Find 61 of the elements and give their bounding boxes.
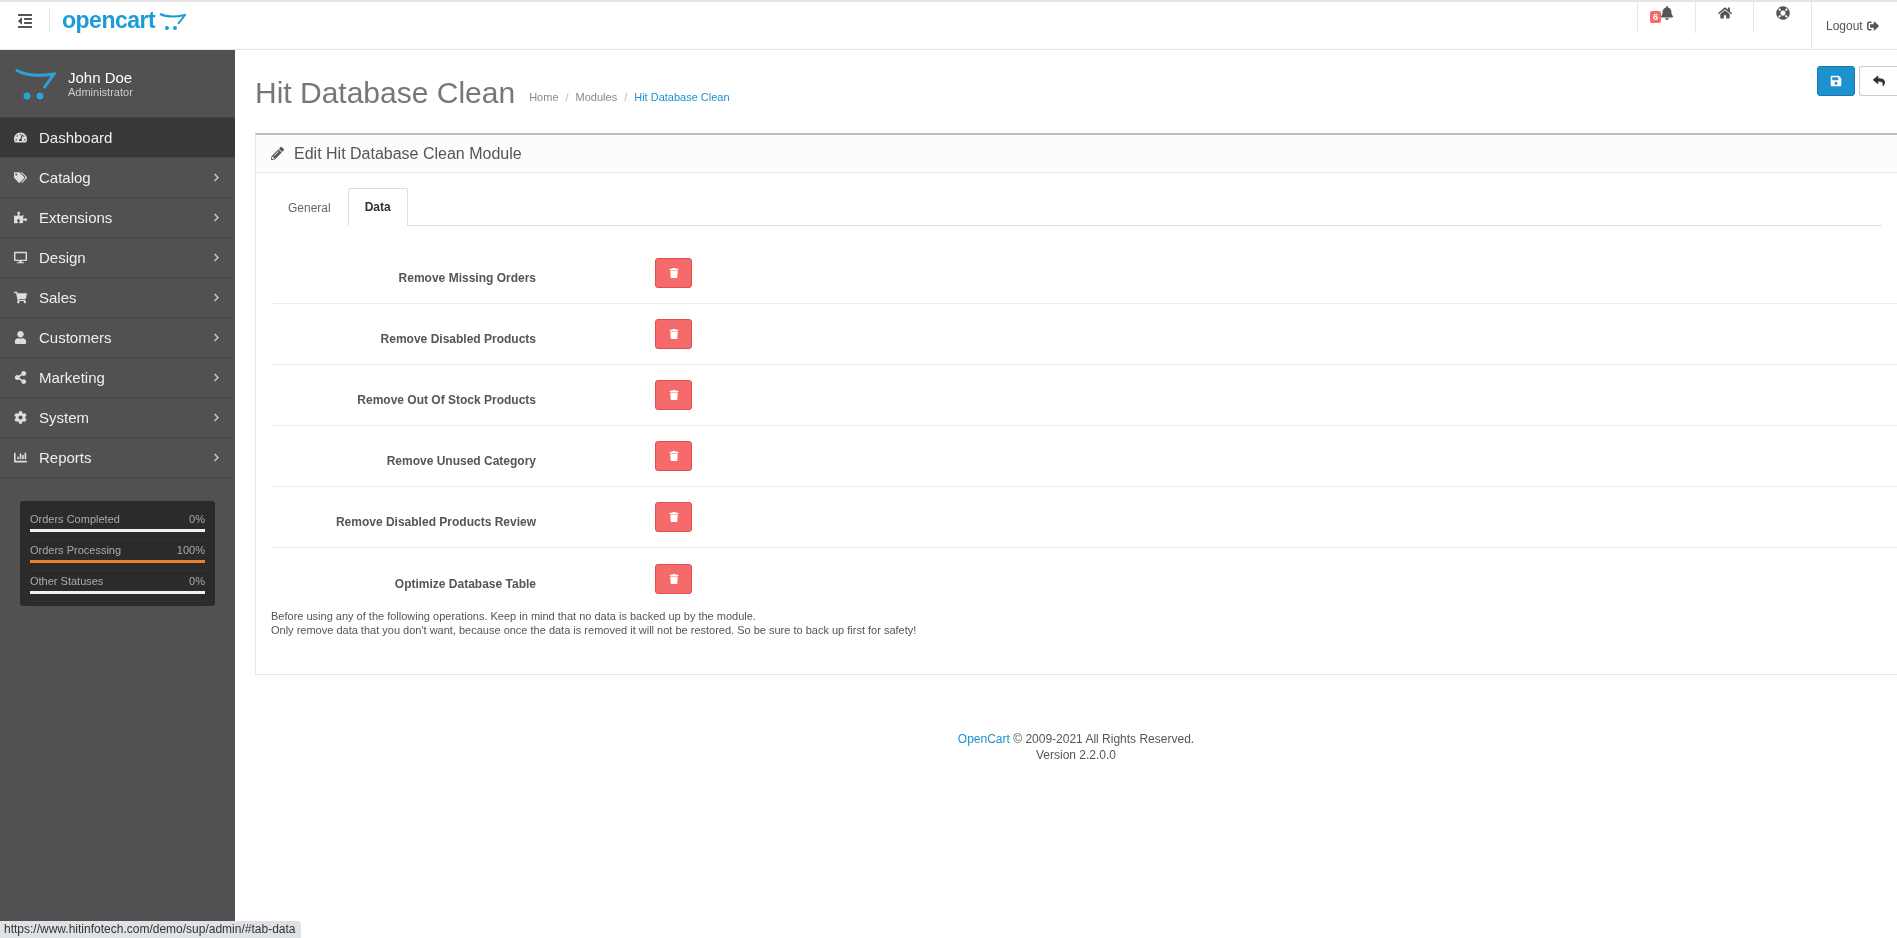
stat-percent: 0% <box>189 575 205 587</box>
puzzle-piece-icon <box>14 211 27 224</box>
logout-icon <box>1866 19 1879 32</box>
stat-percent: 0% <box>189 513 205 525</box>
action-label: Remove Unused Category <box>385 453 536 468</box>
share-icon <box>14 371 27 384</box>
delete-button[interactable] <box>655 441 692 471</box>
delete-button[interactable] <box>655 258 692 288</box>
cart-logo-icon <box>14 67 56 100</box>
breadcrumb-link[interactable]: Home <box>529 90 559 103</box>
pencil-icon <box>271 147 284 160</box>
delete-button[interactable] <box>655 502 692 532</box>
breadcrumb-link[interactable]: Hit Database Clean <box>634 90 730 103</box>
bar-chart-icon <box>14 451 27 464</box>
delete-button[interactable] <box>655 563 692 594</box>
delete-button[interactable] <box>655 319 692 349</box>
action-label: Remove Missing Orders <box>397 270 536 285</box>
stat-label: Other Statuses <box>30 575 104 587</box>
gear-icon <box>14 411 27 424</box>
notification-count: 6 <box>1650 11 1661 23</box>
trash-icon <box>668 390 679 400</box>
trash-icon <box>668 573 679 584</box>
dashboard-gauge-icon <box>14 131 27 144</box>
stat-label: Orders Processing <box>30 544 122 556</box>
breadcrumb-separator: / <box>565 90 569 103</box>
logo-text: opencart <box>62 7 156 34</box>
tab[interactable]: Data <box>347 188 408 226</box>
footer-link[interactable]: OpenCart <box>957 732 1010 746</box>
breadcrumb-link[interactable]: Modules <box>575 90 618 103</box>
version-text: Version 2.2.0.0 <box>1034 747 1118 763</box>
cart-icon <box>14 291 27 304</box>
sidebar-item[interactable]: Dashboard <box>0 118 235 158</box>
user-name: John Doe <box>68 69 133 86</box>
stat-label: Orders Completed <box>30 513 120 525</box>
logout-link[interactable]: Logout <box>1811 2 1897 49</box>
reply-arrow-icon <box>1872 75 1885 87</box>
copyright-text: © 2009-2021 All Rights Reserved. <box>1013 732 1195 746</box>
tags-icon <box>14 171 27 184</box>
trash-icon <box>668 268 679 278</box>
breadcrumb-separator: / <box>624 90 628 103</box>
action-label: Remove Disabled Products Review <box>334 514 536 529</box>
warning-note: Only remove data that you don't want, because once the data is removed it will not be restored. So be sure to back up first for safety! <box>271 623 918 637</box>
trash-icon <box>668 512 679 522</box>
save-button[interactable] <box>1817 66 1855 96</box>
delete-button[interactable] <box>655 380 692 410</box>
cart-logo-icon <box>158 11 187 30</box>
monitor-icon <box>14 251 27 264</box>
trash-icon <box>668 451 679 461</box>
page-title: Hit Database Clean <box>255 75 516 110</box>
trash-icon <box>668 329 679 339</box>
back-button[interactable] <box>1859 66 1897 96</box>
action-label: Optimize Database Table <box>393 575 536 591</box>
warning-note: Before using any of the following operations. Keep in mind that no data is backed up by the module. <box>271 609 757 623</box>
user-icon <box>14 331 27 344</box>
panel-title: Edit Hit Database Clean Module <box>294 144 522 163</box>
bell-icon <box>1659 6 1674 20</box>
user-role: Administrator <box>68 86 133 98</box>
status-bar-url: https://www.hitinfotech.com/demo/sup/admin/#tab-data <box>0 921 301 938</box>
action-label: Remove Out Of Stock Products <box>356 392 536 407</box>
action-label: Remove Disabled Products <box>379 331 536 346</box>
stat-percent: 100% <box>176 544 205 556</box>
